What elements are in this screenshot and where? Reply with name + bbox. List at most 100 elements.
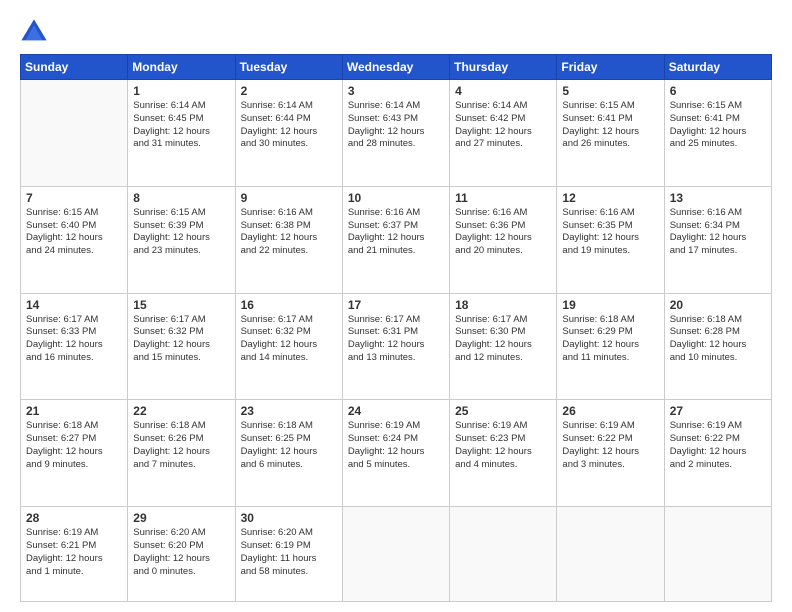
cell-1-4: 3 Sunrise: 6:14 AM Sunset: 6:43 PM Daylig… xyxy=(342,80,449,187)
cell-2-7: 13 Sunrise: 6:16 AM Sunset: 6:34 PM Dayli… xyxy=(664,186,771,293)
day-number: 16 xyxy=(241,298,337,312)
col-header-friday: Friday xyxy=(557,55,664,80)
week-row-2: 7Sunrise: 6:15 AM Sunset: 6:40 PM Daylig… xyxy=(21,186,772,293)
col-header-saturday: Saturday xyxy=(664,55,771,80)
cell-info: Sunrise: 6:15 AM Sunset: 6:41 PM Dayligh… xyxy=(562,100,658,151)
cell-5-5 xyxy=(450,507,557,602)
cell-2-6: 12 Sunrise: 6:16 AM Sunset: 6:35 PM Dayli… xyxy=(557,186,664,293)
day-number: 24 xyxy=(348,404,444,418)
cell-5-3: 30 Sunrise: 6:20 AM Sunset: 6:19 PM Dayli… xyxy=(235,507,342,602)
cell-info: Sunrise: 6:17 AM Sunset: 6:32 PM Dayligh… xyxy=(133,314,229,365)
cell-1-3: 2 Sunrise: 6:14 AM Sunset: 6:44 PM Daylig… xyxy=(235,80,342,187)
cell-info: Sunrise: 6:19 AM Sunset: 6:24 PM Dayligh… xyxy=(348,420,444,471)
day-number: 22 xyxy=(133,404,229,418)
cell-2-4: 10 Sunrise: 6:16 AM Sunset: 6:37 PM Dayli… xyxy=(342,186,449,293)
day-number: 5 xyxy=(562,84,658,98)
cell-2-5: 11Sunrise: 6:16 AM Sunset: 6:36 PM Dayli… xyxy=(450,186,557,293)
col-header-tuesday: Tuesday xyxy=(235,55,342,80)
cell-info: Sunrise: 6:19 AM Sunset: 6:22 PM Dayligh… xyxy=(562,420,658,471)
cell-4-5: 25 Sunrise: 6:19 AM Sunset: 6:23 PM Dayli… xyxy=(450,400,557,507)
cell-3-5: 18 Sunrise: 6:17 AM Sunset: 6:30 PM Dayli… xyxy=(450,293,557,400)
cell-info: Sunrise: 6:20 AM Sunset: 6:19 PM Dayligh… xyxy=(241,527,337,578)
calendar-table: SundayMondayTuesdayWednesdayThursdayFrid… xyxy=(20,54,772,602)
header xyxy=(20,18,772,46)
cell-info: Sunrise: 6:18 AM Sunset: 6:27 PM Dayligh… xyxy=(26,420,122,471)
cell-info: Sunrise: 6:14 AM Sunset: 6:44 PM Dayligh… xyxy=(241,100,337,151)
cell-info: Sunrise: 6:18 AM Sunset: 6:25 PM Dayligh… xyxy=(241,420,337,471)
cell-4-2: 22 Sunrise: 6:18 AM Sunset: 6:26 PM Dayli… xyxy=(128,400,235,507)
header-row: SundayMondayTuesdayWednesdayThursdayFrid… xyxy=(21,55,772,80)
cell-4-1: 21 Sunrise: 6:18 AM Sunset: 6:27 PM Dayli… xyxy=(21,400,128,507)
day-number: 3 xyxy=(348,84,444,98)
week-row-3: 14 Sunrise: 6:17 AM Sunset: 6:33 PM Dayli… xyxy=(21,293,772,400)
cell-info: Sunrise: 6:14 AM Sunset: 6:43 PM Dayligh… xyxy=(348,100,444,151)
day-number: 13 xyxy=(670,191,766,205)
col-header-wednesday: Wednesday xyxy=(342,55,449,80)
logo-icon xyxy=(20,18,48,46)
cell-info: Sunrise: 6:18 AM Sunset: 6:28 PM Dayligh… xyxy=(670,314,766,365)
cell-info: Sunrise: 6:15 AM Sunset: 6:39 PM Dayligh… xyxy=(133,207,229,258)
cell-info: Sunrise: 6:17 AM Sunset: 6:33 PM Dayligh… xyxy=(26,314,122,365)
week-row-5: 28Sunrise: 6:19 AM Sunset: 6:21 PM Dayli… xyxy=(21,507,772,602)
day-number: 4 xyxy=(455,84,551,98)
cell-info: Sunrise: 6:16 AM Sunset: 6:34 PM Dayligh… xyxy=(670,207,766,258)
cell-2-3: 9Sunrise: 6:16 AM Sunset: 6:38 PM Daylig… xyxy=(235,186,342,293)
day-number: 11 xyxy=(455,191,551,205)
cell-info: Sunrise: 6:19 AM Sunset: 6:23 PM Dayligh… xyxy=(455,420,551,471)
day-number: 25 xyxy=(455,404,551,418)
week-row-4: 21 Sunrise: 6:18 AM Sunset: 6:27 PM Dayli… xyxy=(21,400,772,507)
cell-info: Sunrise: 6:20 AM Sunset: 6:20 PM Dayligh… xyxy=(133,527,229,578)
day-number: 14 xyxy=(26,298,122,312)
cell-4-7: 27 Sunrise: 6:19 AM Sunset: 6:22 PM Dayli… xyxy=(664,400,771,507)
cell-3-1: 14 Sunrise: 6:17 AM Sunset: 6:33 PM Dayli… xyxy=(21,293,128,400)
day-number: 28 xyxy=(26,511,122,525)
cell-info: Sunrise: 6:16 AM Sunset: 6:35 PM Dayligh… xyxy=(562,207,658,258)
day-number: 27 xyxy=(670,404,766,418)
cell-info: Sunrise: 6:17 AM Sunset: 6:31 PM Dayligh… xyxy=(348,314,444,365)
cell-info: Sunrise: 6:15 AM Sunset: 6:41 PM Dayligh… xyxy=(670,100,766,151)
day-number: 30 xyxy=(241,511,337,525)
cell-5-1: 28Sunrise: 6:19 AM Sunset: 6:21 PM Dayli… xyxy=(21,507,128,602)
day-number: 18 xyxy=(455,298,551,312)
cell-3-4: 17 Sunrise: 6:17 AM Sunset: 6:31 PM Dayli… xyxy=(342,293,449,400)
day-number: 17 xyxy=(348,298,444,312)
cell-2-2: 8 Sunrise: 6:15 AM Sunset: 6:39 PM Daylig… xyxy=(128,186,235,293)
cell-info: Sunrise: 6:19 AM Sunset: 6:22 PM Dayligh… xyxy=(670,420,766,471)
cell-info: Sunrise: 6:18 AM Sunset: 6:26 PM Dayligh… xyxy=(133,420,229,471)
cell-4-3: 23 Sunrise: 6:18 AM Sunset: 6:25 PM Dayli… xyxy=(235,400,342,507)
day-number: 9 xyxy=(241,191,337,205)
day-number: 8 xyxy=(133,191,229,205)
day-number: 1 xyxy=(133,84,229,98)
day-number: 19 xyxy=(562,298,658,312)
col-header-monday: Monday xyxy=(128,55,235,80)
cell-info: Sunrise: 6:17 AM Sunset: 6:32 PM Dayligh… xyxy=(241,314,337,365)
cell-5-6 xyxy=(557,507,664,602)
day-number: 21 xyxy=(26,404,122,418)
cell-2-1: 7Sunrise: 6:15 AM Sunset: 6:40 PM Daylig… xyxy=(21,186,128,293)
day-number: 20 xyxy=(670,298,766,312)
day-number: 23 xyxy=(241,404,337,418)
cell-3-3: 16 Sunrise: 6:17 AM Sunset: 6:32 PM Dayli… xyxy=(235,293,342,400)
day-number: 26 xyxy=(562,404,658,418)
cell-info: Sunrise: 6:17 AM Sunset: 6:30 PM Dayligh… xyxy=(455,314,551,365)
cell-5-4 xyxy=(342,507,449,602)
cell-5-2: 29 Sunrise: 6:20 AM Sunset: 6:20 PM Dayli… xyxy=(128,507,235,602)
col-header-sunday: Sunday xyxy=(21,55,128,80)
day-number: 10 xyxy=(348,191,444,205)
day-number: 29 xyxy=(133,511,229,525)
cell-4-6: 26 Sunrise: 6:19 AM Sunset: 6:22 PM Dayli… xyxy=(557,400,664,507)
cell-1-6: 5 Sunrise: 6:15 AM Sunset: 6:41 PM Daylig… xyxy=(557,80,664,187)
logo xyxy=(20,18,54,46)
cell-info: Sunrise: 6:16 AM Sunset: 6:37 PM Dayligh… xyxy=(348,207,444,258)
col-header-thursday: Thursday xyxy=(450,55,557,80)
cell-1-2: 1 Sunrise: 6:14 AM Sunset: 6:45 PM Daylig… xyxy=(128,80,235,187)
cell-5-7 xyxy=(664,507,771,602)
day-number: 15 xyxy=(133,298,229,312)
cell-info: Sunrise: 6:14 AM Sunset: 6:45 PM Dayligh… xyxy=(133,100,229,151)
day-number: 12 xyxy=(562,191,658,205)
week-row-1: 1 Sunrise: 6:14 AM Sunset: 6:45 PM Daylig… xyxy=(21,80,772,187)
day-number: 2 xyxy=(241,84,337,98)
cell-4-4: 24 Sunrise: 6:19 AM Sunset: 6:24 PM Dayli… xyxy=(342,400,449,507)
cell-1-1 xyxy=(21,80,128,187)
cell-info: Sunrise: 6:14 AM Sunset: 6:42 PM Dayligh… xyxy=(455,100,551,151)
